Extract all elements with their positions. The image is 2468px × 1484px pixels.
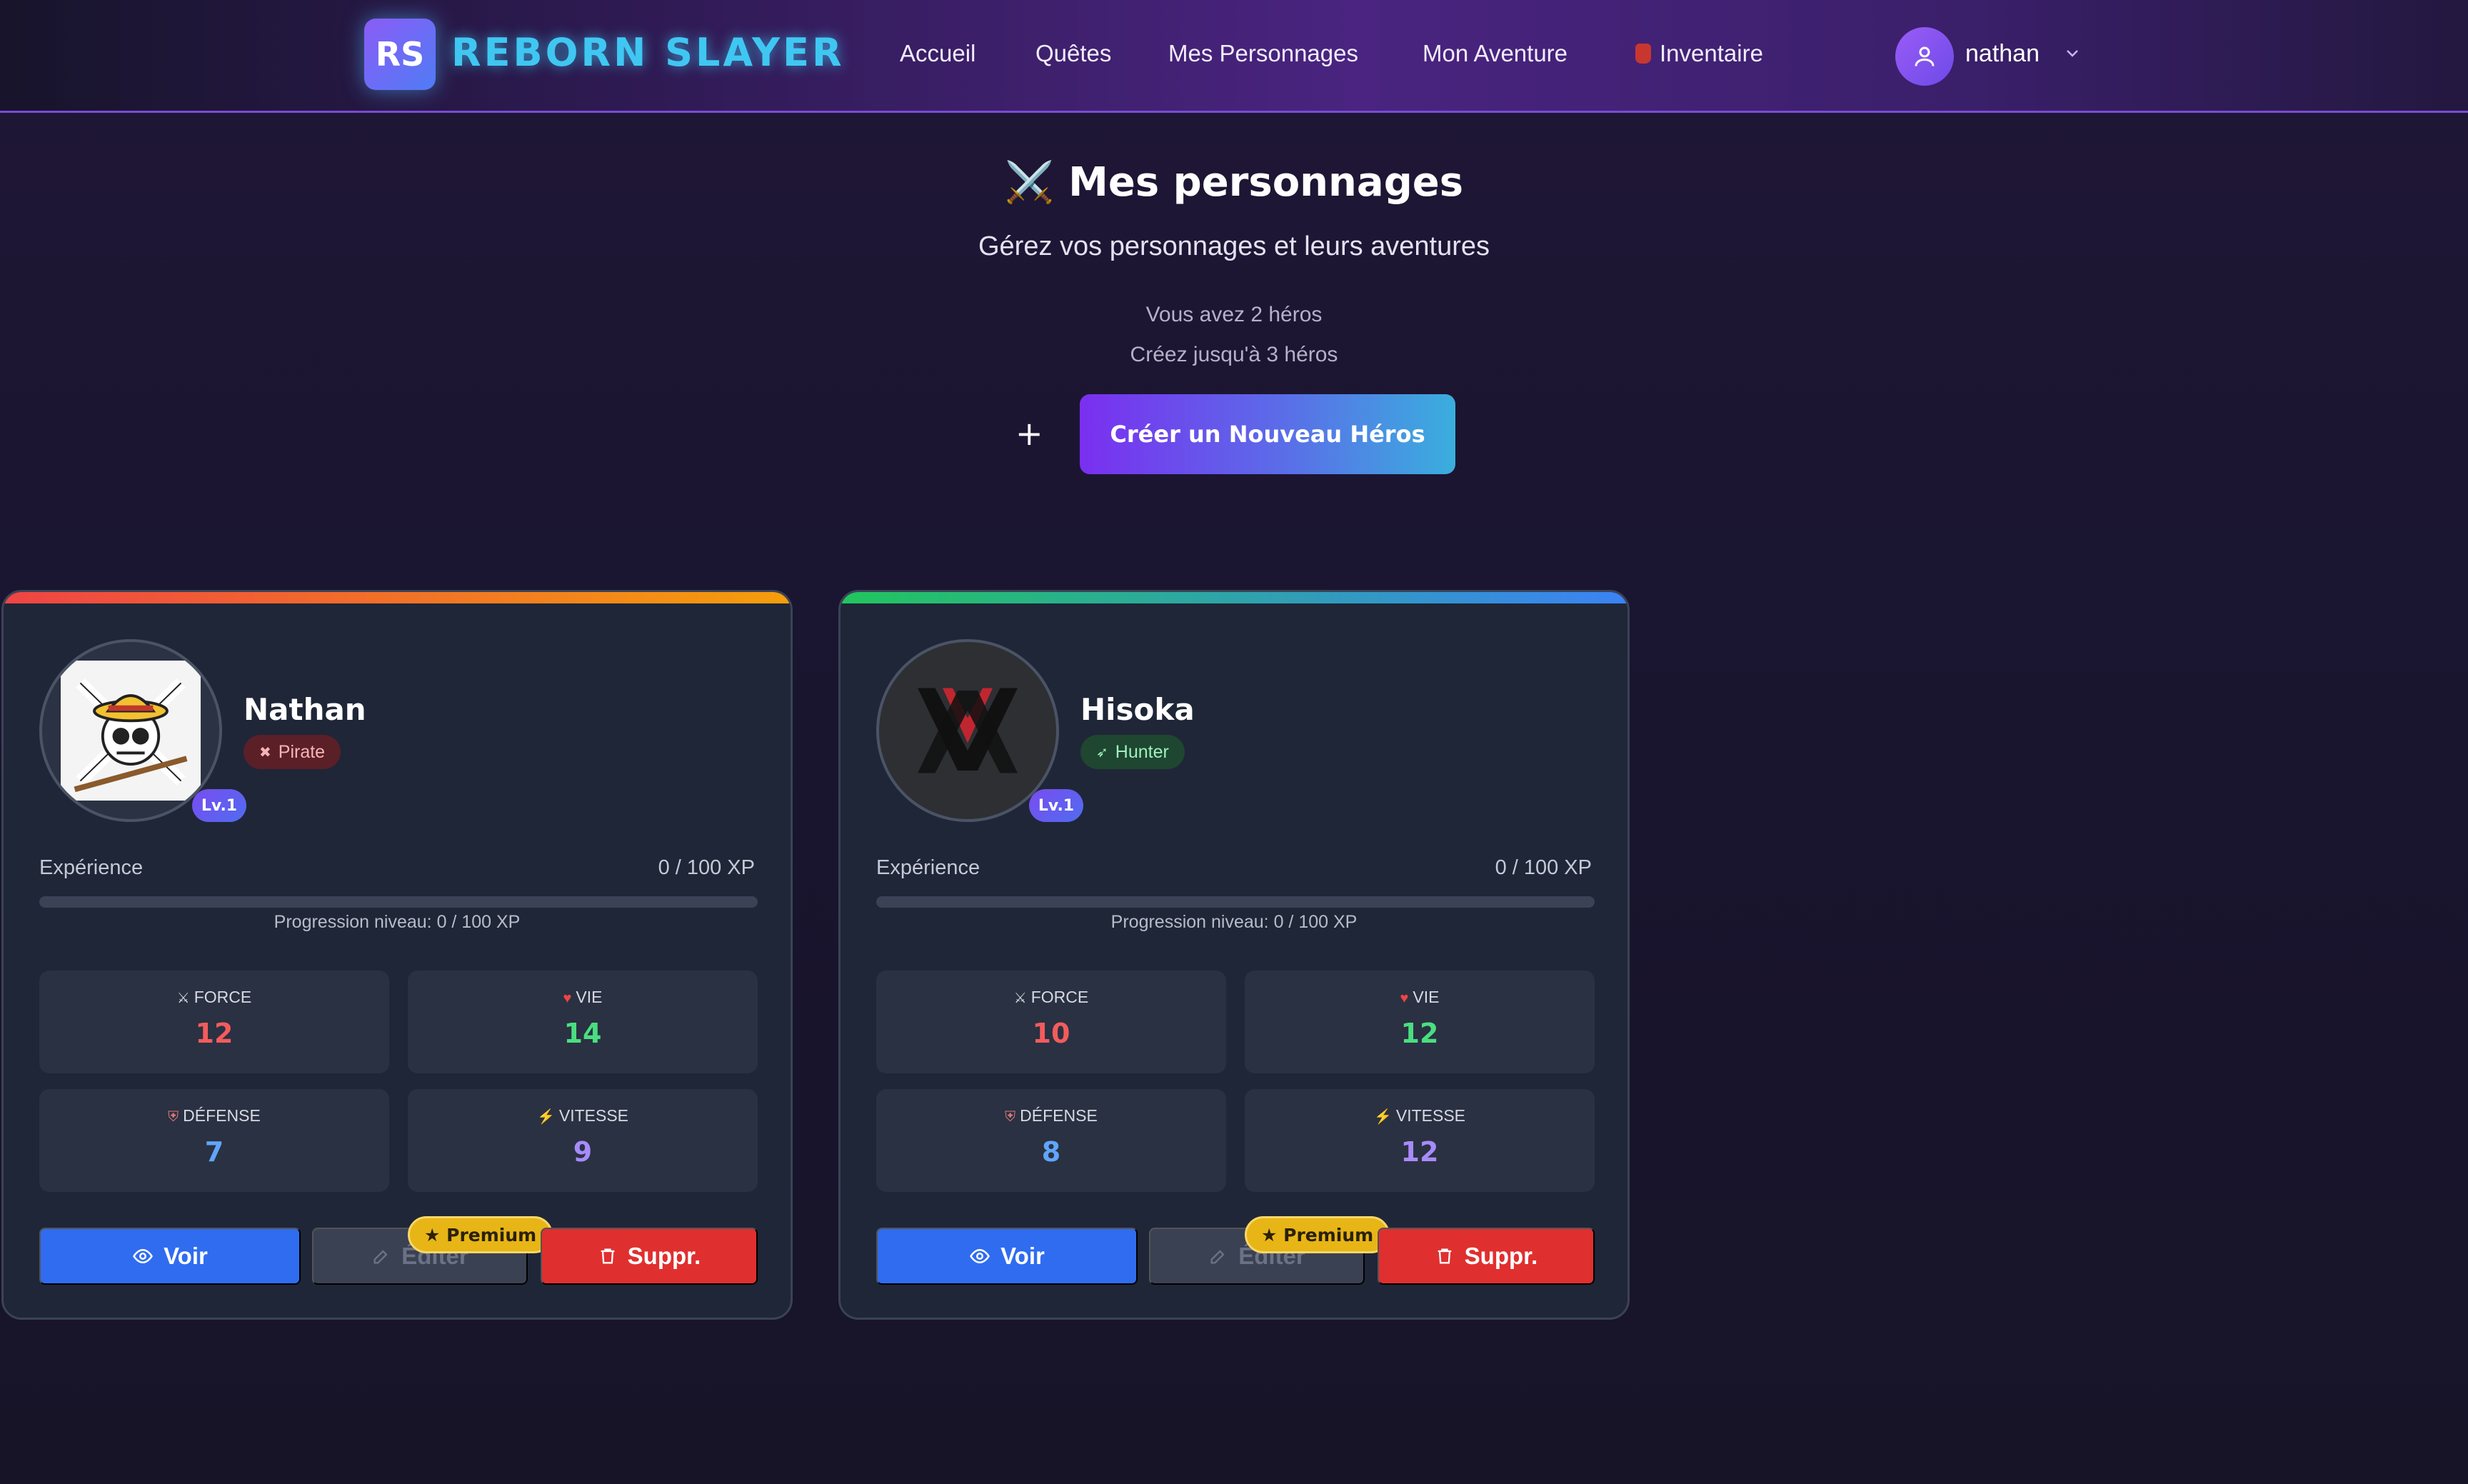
delete-button[interactable]: Suppr. [1378,1228,1595,1285]
heart-icon: ♥ [1400,991,1409,1006]
plus-icon: + [1015,414,1043,453]
stat-vitesse: ⚡ VITESSE 9 [408,1089,758,1192]
logo-text[interactable]: REBORN SLAYER [451,30,845,75]
trash-icon [598,1246,618,1266]
shield-icon: ⛨ [1005,1109,1016,1125]
crossed-swords-icon: ⚔️ [1004,159,1055,206]
skull-icon: ✖ [259,744,271,761]
username[interactable]: nathan [1965,40,2040,68]
stat-vitesse: ⚡ VITESSE 12 [1245,1089,1595,1192]
character-name: Hisoka [1080,692,1195,727]
character-card-hisoka: Lv.1 Hisoka ➶ Hunter Expérience 0 / 100 X… [838,590,1630,1320]
eye-icon [969,1245,990,1267]
stat-vitesse-value: 12 [1400,1136,1439,1168]
xp-progress-bar [39,896,758,908]
nav-link-accueil[interactable]: Accueil [900,40,975,67]
level-badge: Lv.1 [192,789,246,822]
nav-link-quetes[interactable]: Quêtes [1035,40,1111,67]
delete-label: Suppr. [1464,1243,1538,1269]
view-label: Voir [164,1243,208,1269]
character-name: Nathan [244,692,366,727]
edit-icon [371,1246,391,1266]
swords-icon: ⚔ [1013,991,1027,1006]
level-progress-text: Progression niveau: 0 / 100 XP [274,912,521,932]
premium-badge: ★ Premium [1245,1216,1390,1253]
view-button[interactable]: Voir [39,1228,301,1285]
swords-icon: ⚔ [176,991,190,1006]
stat-defense: ⛨ DÉFENSE 8 [876,1089,1226,1192]
character-avatar[interactable] [39,639,222,822]
class-label: Hunter [1115,741,1169,762]
card-accent-bar [841,592,1627,603]
hero-count: Vous avez 2 héros [1145,303,1323,326]
lightning-icon: ⚡ [1373,1109,1392,1125]
class-label: Pirate [278,741,326,762]
class-badge: ✖ Pirate [244,735,341,769]
edit-icon [1208,1246,1228,1266]
stat-force: ⚔ FORCE 10 [876,971,1226,1073]
nav-link-mon-aventure[interactable]: Mon Aventure [1423,40,1567,67]
hero-limit: Créez jusqu'à 3 héros [1130,343,1338,366]
stat-vitesse-value: 9 [573,1136,593,1168]
hunter-x-logo-image [918,688,1018,773]
trash-icon [1435,1246,1455,1266]
page-subtitle: Gérez vos personnages et leurs aventures [978,231,1490,261]
stat-defense: ⛨ DÉFENSE 7 [39,1089,389,1192]
user-icon [1915,46,1935,66]
user-avatar[interactable] [1895,27,1954,86]
page-title-text: Mes personnages [1068,159,1464,206]
nav-link-inventaire[interactable]: Inventaire [1635,40,1763,67]
stat-vie-label: VIE [576,988,603,1006]
xp-label: Expérience [39,856,144,879]
top-navbar: RS REBORN SLAYER Accueil Quêtes Mes Pers… [0,0,2468,113]
shield-icon: ⛨ [168,1109,179,1125]
stat-vie: ♥ VIE 12 [1245,971,1595,1073]
heart-icon: ♥ [563,991,572,1006]
stat-vie: ♥ VIE 14 [408,971,758,1073]
backpack-icon [1635,44,1651,64]
stat-force-label: FORCE [194,988,252,1006]
nav-link-mes-personnages[interactable]: Mes Personnages [1168,40,1358,67]
xp-progress-bar [876,896,1595,908]
card-accent-bar [4,592,791,603]
level-badge: Lv.1 [1029,789,1083,822]
stat-vie-value: 12 [1400,1018,1439,1049]
character-avatar[interactable] [876,639,1059,822]
eye-icon [132,1245,154,1267]
stat-vitesse-label: VITESSE [1395,1106,1466,1125]
view-button[interactable]: Voir [876,1228,1138,1285]
logo-badge[interactable]: RS [364,19,436,90]
delete-label: Suppr. [627,1243,701,1269]
character-card-nathan: Lv.1 Nathan ✖ Pirate Expérience 0 / 100 X… [1,590,793,1320]
class-badge: ➶ Hunter [1080,735,1185,769]
xp-label: Expérience [876,856,980,879]
straw-hat-jolly-roger-image [61,661,201,801]
stat-vie-label: VIE [1413,988,1440,1006]
stat-vie-value: 14 [563,1018,602,1049]
stat-defense-label: DÉFENSE [1020,1106,1098,1125]
stat-force: ⚔ FORCE 12 [39,971,389,1073]
chevron-down-icon[interactable] [2064,44,2081,61]
stat-defense-value: 7 [204,1136,224,1168]
premium-badge: ★ Premium [408,1216,553,1253]
stat-defense-label: DÉFENSE [183,1106,261,1125]
stat-defense-value: 8 [1041,1136,1061,1168]
lightning-icon: ⚡ [536,1109,555,1125]
stat-force-value: 10 [1032,1018,1070,1049]
nav-link-inventaire-label: Inventaire [1660,40,1763,66]
stat-force-value: 12 [195,1018,234,1049]
page-title: ⚔️ Mes personnages [0,159,2468,206]
xp-value: 0 / 100 XP [1495,856,1592,879]
create-hero-button[interactable]: Créer un Nouveau Héros [1080,394,1455,474]
bow-icon: ➶ [1096,744,1108,761]
view-label: Voir [1000,1243,1045,1269]
stat-force-label: FORCE [1030,988,1089,1006]
level-progress-text: Progression niveau: 0 / 100 XP [1110,912,1358,932]
delete-button[interactable]: Suppr. [541,1228,758,1285]
stat-vitesse-label: VITESSE [558,1106,629,1125]
xp-value: 0 / 100 XP [658,856,755,879]
